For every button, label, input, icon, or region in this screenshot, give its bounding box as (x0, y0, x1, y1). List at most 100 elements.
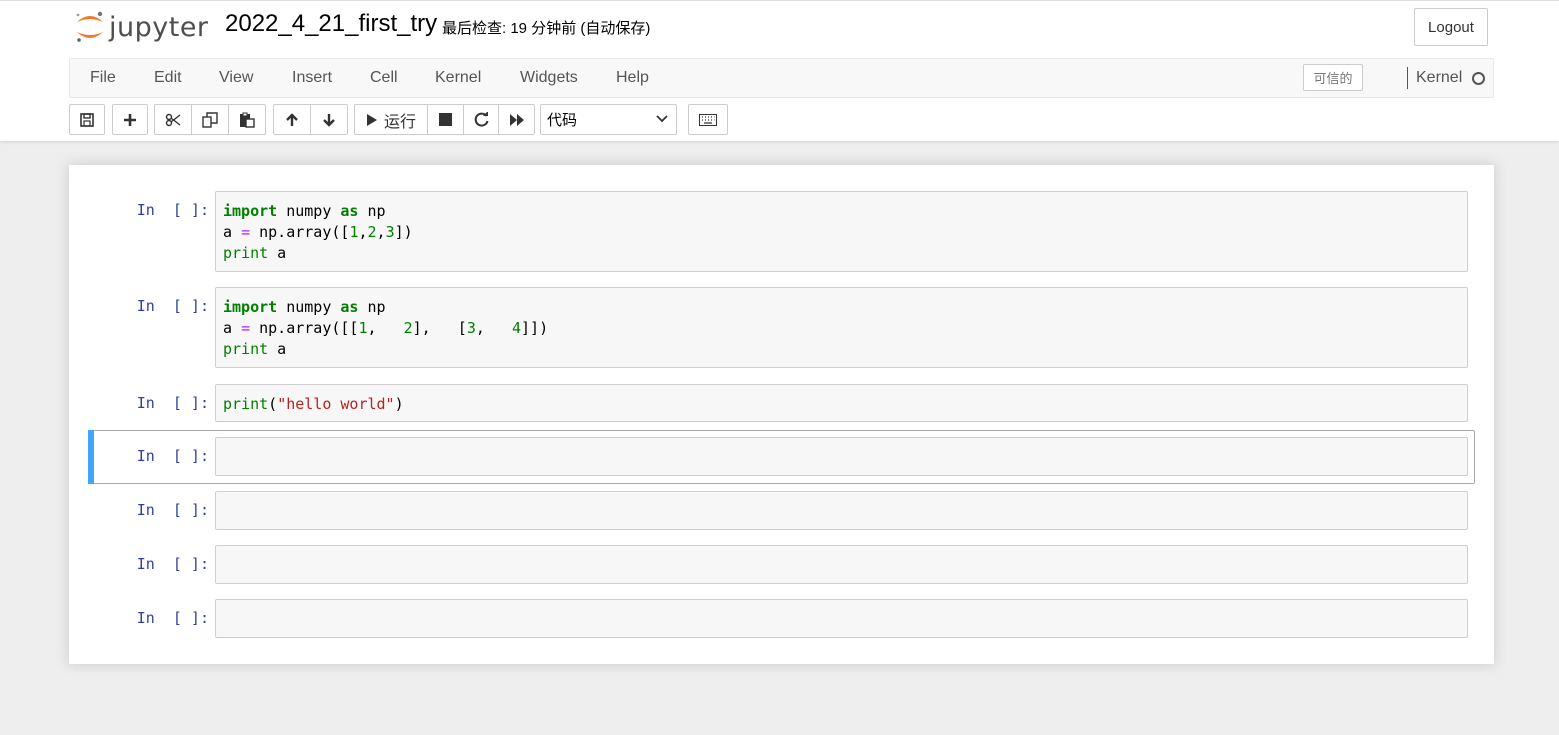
code-line: import numpy as np (223, 201, 413, 222)
kernel-name: Kernel (1416, 69, 1463, 86)
copy-icon (202, 111, 218, 128)
cell-type-select[interactable]: 代码 (540, 104, 677, 135)
paste-button[interactable] (228, 104, 266, 135)
kernel-indicator: Kernel (1407, 67, 1486, 89)
kernel-idle-icon (1472, 71, 1486, 85)
code-input[interactable]: import numpy as np a = np.array([[1, 2], … (215, 287, 1468, 368)
code-input[interactable]: import numpy as np a = np.array([1,2,3]) p… (215, 191, 1468, 272)
code-token: a (268, 244, 287, 262)
code-token: ], [ (412, 319, 467, 337)
code-token: 2 (367, 223, 377, 241)
code-line: print a (223, 339, 548, 360)
code-token: a (223, 223, 242, 241)
menu-view[interactable]: View (219, 69, 253, 87)
menu-kernel[interactable]: Kernel (435, 69, 481, 87)
code-input[interactable] (215, 491, 1468, 530)
menu-help[interactable]: Help (616, 69, 649, 87)
code-token: 3 (466, 319, 476, 337)
plus-icon (124, 113, 136, 126)
code-line: a = np.array([1,2,3]) (223, 222, 413, 243)
notebook-container: In [ ]: import numpy as np a = np.array([1… (69, 165, 1494, 664)
cell-prompt: In [ ]: (136, 201, 209, 219)
restart-icon (474, 112, 488, 127)
run-button[interactable]: 运行 (354, 104, 428, 135)
cell-prompt: In [ ]: (136, 297, 209, 315)
code-line: print a (223, 243, 413, 264)
restart-run-all-button[interactable] (498, 104, 535, 135)
save-icon (80, 112, 94, 127)
menubar: File Edit View Insert Cell Kernel Widget… (69, 58, 1494, 98)
code-text: print("hello world") (223, 394, 404, 415)
code-token: 3 (385, 223, 395, 241)
code-token: , (376, 223, 386, 241)
code-token: np (358, 298, 386, 316)
code-input[interactable] (215, 437, 1468, 476)
code-token: as (340, 298, 359, 316)
notebook-name[interactable]: 2022_4_21_first_try (225, 10, 437, 38)
jupyter-logo-icon (76, 11, 103, 42)
code-token: a (223, 319, 242, 337)
restart-button[interactable] (463, 104, 499, 135)
insert-cell-button[interactable] (112, 104, 148, 135)
code-token: print (223, 244, 269, 262)
code-token: ]]) (521, 319, 549, 337)
code-input[interactable] (215, 599, 1468, 638)
code-token: numpy (277, 202, 341, 220)
arrow-up-icon (286, 112, 298, 126)
cell-prompt: In [ ]: (136, 447, 209, 465)
fast-forward-icon (509, 113, 524, 126)
interrupt-button[interactable] (427, 104, 464, 135)
code-line: import numpy as np (223, 297, 548, 318)
keyboard-icon (699, 113, 717, 126)
code-token: 4 (512, 319, 522, 337)
code-line: a = np.array([[1, 2], [3, 4]]) (223, 318, 548, 339)
code-token: "hello world" (277, 395, 395, 413)
arrow-down-icon (323, 113, 335, 127)
code-token: numpy (277, 298, 341, 316)
play-icon (366, 113, 377, 126)
code-token: np (358, 202, 386, 220)
move-up-button[interactable] (273, 104, 311, 135)
chevron-down-icon (656, 115, 668, 123)
code-token: print (223, 395, 269, 413)
code-token: 2 (403, 319, 413, 337)
cell-prompt: In [ ]: (136, 609, 209, 627)
menu-cell[interactable]: Cell (370, 69, 398, 87)
scissors-icon (165, 113, 181, 126)
menu-insert[interactable]: Insert (292, 69, 332, 87)
code-input[interactable]: print("hello world") (215, 384, 1468, 422)
menu-widgets[interactable]: Widgets (520, 69, 578, 87)
cell-prompt: In [ ]: (136, 501, 209, 519)
menu-file[interactable]: File (90, 69, 116, 87)
header: jupyter 2022_4_21_first_try 最后检查: 19 分钟前… (0, 0, 1559, 141)
code-token: as (340, 202, 359, 220)
move-down-button[interactable] (310, 104, 348, 135)
cut-button[interactable] (154, 104, 192, 135)
code-token: , (475, 319, 512, 337)
cell-prompt: In [ ]: (136, 555, 209, 573)
code-token: = (241, 319, 251, 337)
code-token: a (268, 340, 287, 358)
logout-button[interactable]: Logout (1414, 8, 1488, 46)
paste-icon (240, 112, 255, 128)
jupyter-logo[interactable]: jupyter (72, 9, 212, 45)
code-token: np.array([ (250, 223, 350, 241)
code-input[interactable] (215, 545, 1468, 584)
logo-text: jupyter (109, 12, 209, 43)
copy-button[interactable] (191, 104, 229, 135)
code-token: = (241, 223, 251, 241)
code-token: ( (268, 395, 278, 413)
keyboard-shortcuts-button[interactable] (688, 104, 728, 135)
checkpoint-status: 最后检查: 19 分钟前 (自动保存) (442, 20, 651, 37)
stop-icon (439, 113, 452, 126)
menu-edit[interactable]: Edit (154, 69, 182, 87)
code-token: ]) (394, 223, 413, 241)
code-token: , (358, 223, 368, 241)
code-text: import numpy as np a = np.array([[1, 2], … (223, 297, 548, 360)
save-button[interactable] (69, 104, 105, 135)
code-token: import (223, 298, 278, 316)
cell-prompt: In [ ]: (136, 394, 209, 412)
code-token: , (367, 319, 404, 337)
code-token: ) (394, 395, 404, 413)
trusted-badge[interactable]: 可信的 (1303, 64, 1363, 91)
